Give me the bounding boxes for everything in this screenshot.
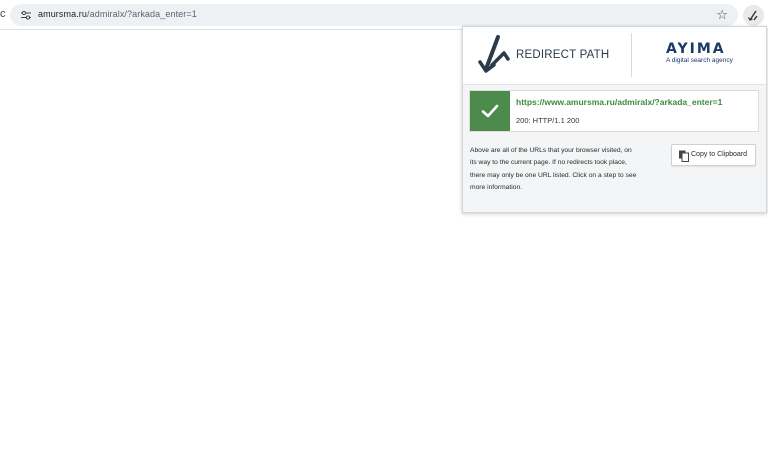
url-path: /admiralx/?arkada_enter=1 (87, 9, 197, 19)
clipboard-icon (679, 150, 689, 162)
reload-icon[interactable]: c (0, 8, 6, 20)
redirect-step-row[interactable]: https://www.amursma.ru/admiralx/?arkada_… (469, 90, 759, 132)
copy-to-clipboard-button[interactable]: Copy to Clipboard (671, 144, 756, 166)
help-text: Above are all of the URLs that your brow… (470, 147, 637, 191)
redirect-path-extension-button[interactable] (743, 5, 764, 26)
copy-button-label: Copy to Clipboard (691, 151, 748, 158)
ayima-tagline: A digital search agency (666, 57, 733, 64)
redirect-path-popup: REDIRECT PATH AYIMA A digital search age… (462, 26, 767, 213)
url-host: amursma.ru (38, 9, 88, 19)
star-icon[interactable]: ☆ (716, 7, 728, 23)
ayima-logo[interactable]: AYIMA (666, 41, 726, 57)
site-info-icon[interactable] (20, 9, 32, 21)
step-status: 200: HTTP/1.1 200 (516, 116, 580, 125)
address-bar[interactable]: amursma.ru/admiralx/?arkada_enter=1 ☆ (10, 4, 738, 26)
redirect-path-icon (747, 10, 758, 21)
header-divider (631, 33, 632, 77)
checkmark-icon (481, 104, 499, 118)
popup-header: REDIRECT PATH AYIMA A digital search age… (463, 27, 766, 85)
url-text[interactable]: amursma.ru/admiralx/?arkada_enter=1 (38, 9, 197, 19)
status-ok-badge (470, 91, 510, 131)
step-url[interactable]: https://www.amursma.ru/admiralx/?arkada_… (516, 97, 722, 107)
redirect-path-title: REDIRECT PATH (516, 49, 610, 61)
redirect-path-logo-icon (478, 35, 510, 73)
